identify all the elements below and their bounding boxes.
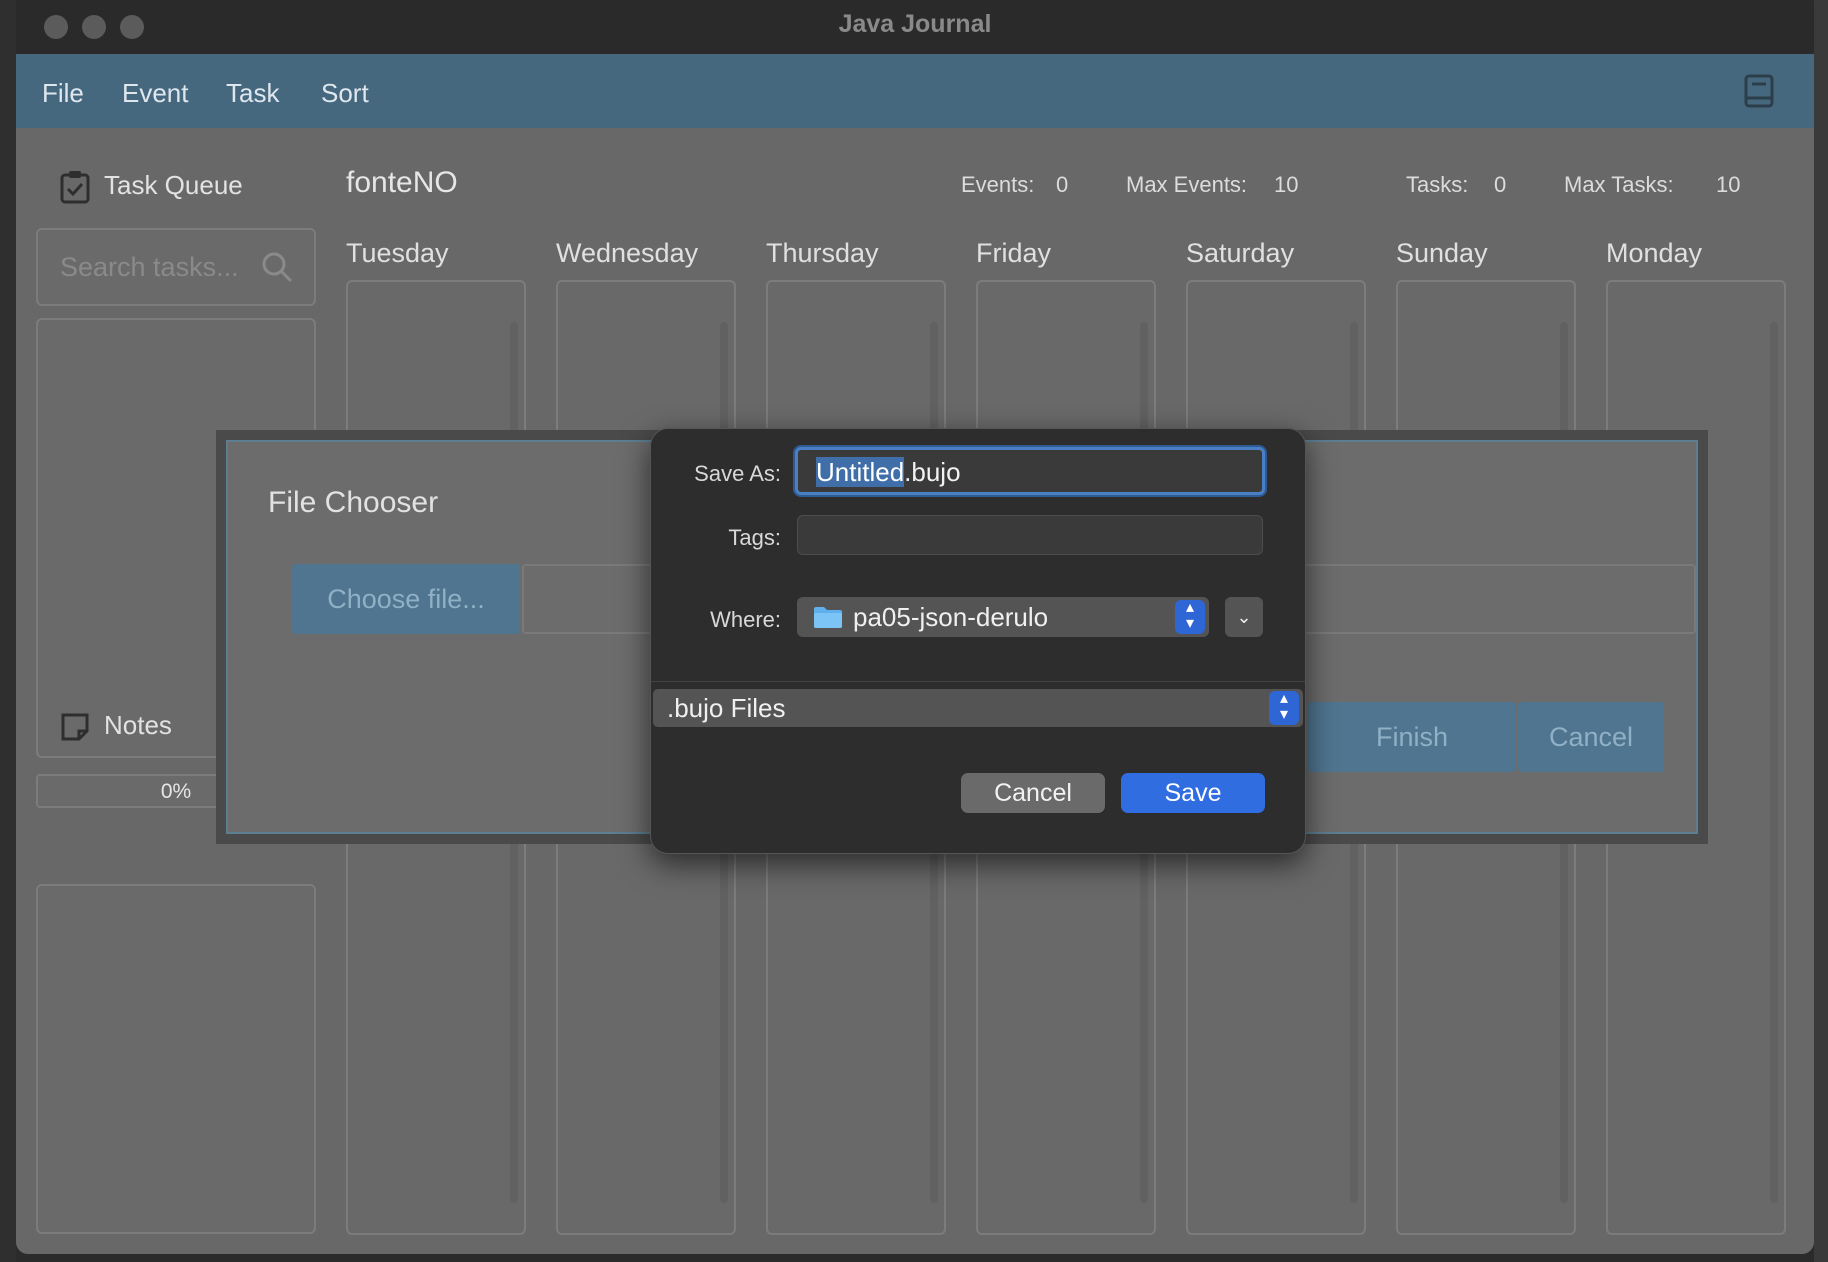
day-label-saturday: Saturday	[1186, 238, 1295, 268]
max-tasks-value: 10	[1716, 172, 1741, 197]
where-value: pa05-json-derulo	[853, 602, 1049, 632]
divider	[651, 681, 1305, 682]
task-queue-title: Task Queue	[104, 170, 243, 200]
note-icon	[61, 713, 89, 741]
where-popup[interactable]: pa05-json-derulo ▴ ▾	[797, 597, 1209, 637]
menu-task[interactable]: Task	[226, 78, 279, 109]
journal-name: fonteNO	[346, 166, 458, 199]
filename-selected-text: Untitled	[816, 457, 905, 487]
save-as-label: Save As:	[694, 461, 781, 486]
day-label-tuesday: Tuesday	[346, 238, 449, 268]
save-button[interactable]: Save	[1121, 773, 1265, 813]
day-label-friday: Friday	[976, 238, 1052, 268]
events-value: 0	[1056, 172, 1069, 197]
notes-title: Notes	[104, 710, 172, 740]
search-input[interactable]: Search tasks...	[60, 252, 239, 283]
notes-area[interactable]	[36, 884, 316, 1234]
tasks-value: 0	[1494, 172, 1507, 197]
menu-bar: File Event Task Sort	[16, 54, 1814, 128]
desktop-background	[0, 0, 16, 1262]
filename-extension: .bujo	[904, 457, 961, 487]
filename-input[interactable]: Untitled.bujo	[795, 447, 1265, 495]
choose-file-button[interactable]: Choose file...	[292, 564, 520, 634]
file-chooser-title: File Chooser	[268, 486, 439, 519]
journal-icon[interactable]	[1744, 74, 1774, 108]
day-label-thursday: Thursday	[766, 238, 879, 268]
file-format-popup[interactable]: .bujo Files ▴ ▾	[653, 689, 1303, 727]
search-icon[interactable]	[260, 250, 294, 284]
menu-sort[interactable]: Sort	[321, 78, 369, 109]
max-events-label: Max Events:	[1126, 172, 1248, 197]
day-label-sunday: Sunday	[1396, 238, 1488, 268]
menu-file[interactable]: File	[42, 78, 84, 109]
day-label-wednesday: Wednesday	[556, 238, 699, 268]
search-box[interactable]: Search tasks...	[36, 228, 316, 306]
folder-icon	[814, 607, 842, 628]
tags-label: Tags:	[728, 525, 781, 550]
expand-chevron-button[interactable]: ⌄	[1225, 597, 1263, 637]
where-label: Where:	[710, 607, 781, 632]
events-label: Events:	[961, 172, 1035, 197]
desktop-background-right	[1814, 0, 1828, 1262]
chevron-down-icon: ⌄	[1236, 607, 1252, 627]
file-format-stepper-icon[interactable]: ▴ ▾	[1269, 691, 1299, 725]
max-tasks-label: Max Tasks:	[1564, 172, 1674, 197]
tasks-label: Tasks:	[1406, 172, 1469, 197]
title-bar: Java Journal	[16, 0, 1814, 54]
day-label-monday: Monday	[1606, 238, 1703, 268]
clipboard-check-icon	[60, 171, 90, 204]
scrollbar[interactable]	[1770, 322, 1778, 1203]
file-format-value: .bujo Files	[667, 693, 786, 723]
finish-button[interactable]: Finish	[1308, 702, 1516, 772]
where-stepper-icon[interactable]: ▴ ▾	[1175, 600, 1205, 634]
window-title: Java Journal	[838, 10, 992, 38]
max-events-value: 10	[1274, 172, 1299, 197]
tags-input[interactable]	[797, 515, 1263, 555]
menu-event[interactable]: Event	[122, 78, 189, 109]
file-chooser-cancel-button[interactable]: Cancel	[1518, 702, 1664, 772]
cancel-button[interactable]: Cancel	[961, 773, 1105, 813]
save-dialog: Save As: Untitled.bujo Tags: Where: pa05…	[650, 428, 1306, 854]
